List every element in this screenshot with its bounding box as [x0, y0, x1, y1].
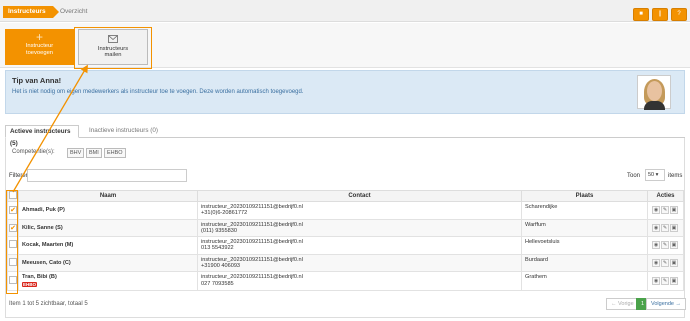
name-cell: Kilic, Sanne (S) — [18, 218, 198, 238]
view-icon[interactable]: ◉ — [652, 223, 660, 232]
top-bar: Instructeurs Overzicht ■ ❙ ? — [0, 0, 690, 22]
archive-icon[interactable]: ▣ — [670, 277, 678, 286]
items-label: items — [668, 173, 683, 179]
name-cell: Meeusen, Cato (C) — [18, 253, 198, 273]
tip-text: Het is niet nodig om eigen medewerkers a… — [12, 89, 304, 95]
view-icon[interactable]: ◉ — [652, 241, 660, 250]
contact-phone: 013 5543922 — [201, 245, 234, 252]
contact-cell: instructeur_20230109211151@bedrijf0.nl +3… — [197, 253, 522, 273]
competency-ehbo-button[interactable]: EHBO — [104, 148, 126, 158]
edit-icon[interactable]: ✎ — [661, 206, 669, 215]
breadcrumb-overzicht[interactable]: Overzicht — [60, 6, 87, 18]
building-icon[interactable]: ■ — [633, 8, 649, 21]
archive-icon[interactable]: ▣ — [670, 206, 678, 215]
name-cell: Kocak, Maarten (M) — [18, 236, 198, 255]
table-row[interactable]: Meeusen, Cato (C) instructeur_20230109211… — [7, 253, 684, 273]
contact-cell: instructeur_20230109211151@bedrijf0.nl 02… — [197, 271, 522, 291]
page-size-label: Toon — [627, 173, 641, 179]
table-row[interactable]: ✔ Kilic, Sanne (S) instructeur_20230109211… — [7, 218, 684, 238]
instructor-name: Kocak, Maarten (M) — [22, 242, 74, 249]
instructor-name: Meeusen, Cato (C) — [22, 259, 71, 266]
table-row[interactable]: Tran, Bibi (B) EHBO instructeur_2023010921… — [7, 271, 684, 291]
contact-phone: 027 7093585 — [201, 280, 234, 287]
ehbo-badge: EHBO — [22, 281, 38, 287]
competency-bmi-button[interactable]: BMI — [86, 148, 102, 158]
actions-cell: ◉ ✎ ▣ — [647, 218, 684, 238]
contact-cell: instructeur_20230109211151@bedrijf0.nl 01… — [197, 236, 522, 255]
archive-icon[interactable]: ▣ — [670, 223, 678, 232]
contact-cell: instructeur_20230109211151@bedrijf0.nl +3… — [197, 201, 522, 220]
filter-label: Filteren — [9, 173, 30, 179]
add-label-2: toevoegen — [25, 49, 54, 56]
actions-cell: ◉ ✎ ▣ — [647, 236, 684, 255]
name-cell: Tran, Bibi (B) EHBO — [18, 271, 198, 291]
next-page-button[interactable]: Volgende → — [646, 298, 686, 310]
competencies-label: Competentie(s): — [12, 149, 55, 155]
place-cell: Hellevoetsluis — [521, 236, 648, 255]
add-instructor-button[interactable]: + Instructeur toevoegen — [5, 29, 74, 65]
contact-phone: +31(0)6-20861772 — [201, 210, 248, 217]
table-info: Item 1 tot 5 zichtbaar, totaal 5 — [9, 301, 88, 307]
edit-icon[interactable]: ✎ — [661, 223, 669, 232]
tab-active-instructors[interactable]: Actieve instructeurs (5) — [5, 125, 79, 147]
prev-page-button[interactable]: ← Vorige — [606, 298, 639, 310]
tip-box: Tip van Anna! Het is niet nodig om eigen… — [5, 70, 685, 114]
archive-icon[interactable]: ▣ — [670, 241, 678, 250]
instructor-name: Tran, Bibi (B) — [22, 274, 57, 281]
checkbox-column-highlight — [6, 190, 18, 294]
name-cell: Ahmadi, Puk (P) — [18, 201, 198, 220]
plus-icon: + — [35, 30, 43, 44]
view-icon[interactable]: ◉ — [652, 206, 660, 215]
table-row[interactable]: Kocak, Maarten (M) instructeur_2023010921… — [7, 236, 684, 255]
chevron-down-icon: ▾ — [655, 172, 659, 178]
page-size-value: 50 — [648, 172, 655, 178]
instructors-table: Naam Contact Plaats Acties ✔ Ahmadi, Puk … — [7, 190, 684, 291]
filter-input[interactable] — [27, 169, 187, 182]
breadcrumb-instructeurs[interactable]: Instructeurs — [3, 6, 59, 18]
place-cell: Grathem — [521, 271, 648, 291]
table-row[interactable]: ✔ Ahmadi, Puk (P) instructeur_202301092111… — [7, 201, 684, 220]
contact-phone: +31900 406093 — [201, 263, 241, 270]
tip-title: Tip van Anna! — [12, 76, 62, 85]
place-cell: Scharendijke — [521, 201, 648, 220]
actions-cell: ◉ ✎ ▣ — [647, 271, 684, 291]
mail-button-highlight — [74, 27, 152, 69]
contact-phone: (011) 9355830 — [201, 227, 237, 234]
contact-cell: instructeur_20230109211151@bedrijf0.nl (0… — [197, 218, 522, 238]
header-place[interactable]: Plaats — [521, 190, 648, 202]
archive-icon[interactable]: ▣ — [670, 259, 678, 268]
avatar — [637, 75, 671, 110]
edit-icon[interactable]: ✎ — [661, 277, 669, 286]
edit-icon[interactable]: ✎ — [661, 259, 669, 268]
place-cell: Warffum — [521, 218, 648, 238]
header-name[interactable]: Naam — [18, 190, 198, 202]
view-icon[interactable]: ◉ — [652, 277, 660, 286]
tab-inactive-instructors[interactable]: Inactieve instructeurs (0) — [85, 125, 162, 138]
instructor-name: Ahmadi, Puk (P) — [22, 207, 65, 214]
place-cell: Burdaard — [521, 253, 648, 273]
header-contact[interactable]: Contact — [197, 190, 522, 202]
tabs: Actieve instructeurs (5) Inactieve instr… — [5, 125, 685, 147]
edit-icon[interactable]: ✎ — [661, 241, 669, 250]
actions-cell: ◉ ✎ ▣ — [647, 201, 684, 220]
view-icon[interactable]: ◉ — [652, 259, 660, 268]
actions-cell: ◉ ✎ ▣ — [647, 253, 684, 273]
page-size-select[interactable]: 50 ▾ — [645, 169, 665, 181]
instructor-name: Kilic, Sanne (S) — [22, 224, 63, 231]
competency-bhv-button[interactable]: BHV — [67, 148, 85, 158]
header-actions: Acties — [647, 190, 684, 202]
pause-icon[interactable]: ❙ — [652, 8, 668, 21]
help-icon[interactable]: ? — [671, 8, 687, 21]
